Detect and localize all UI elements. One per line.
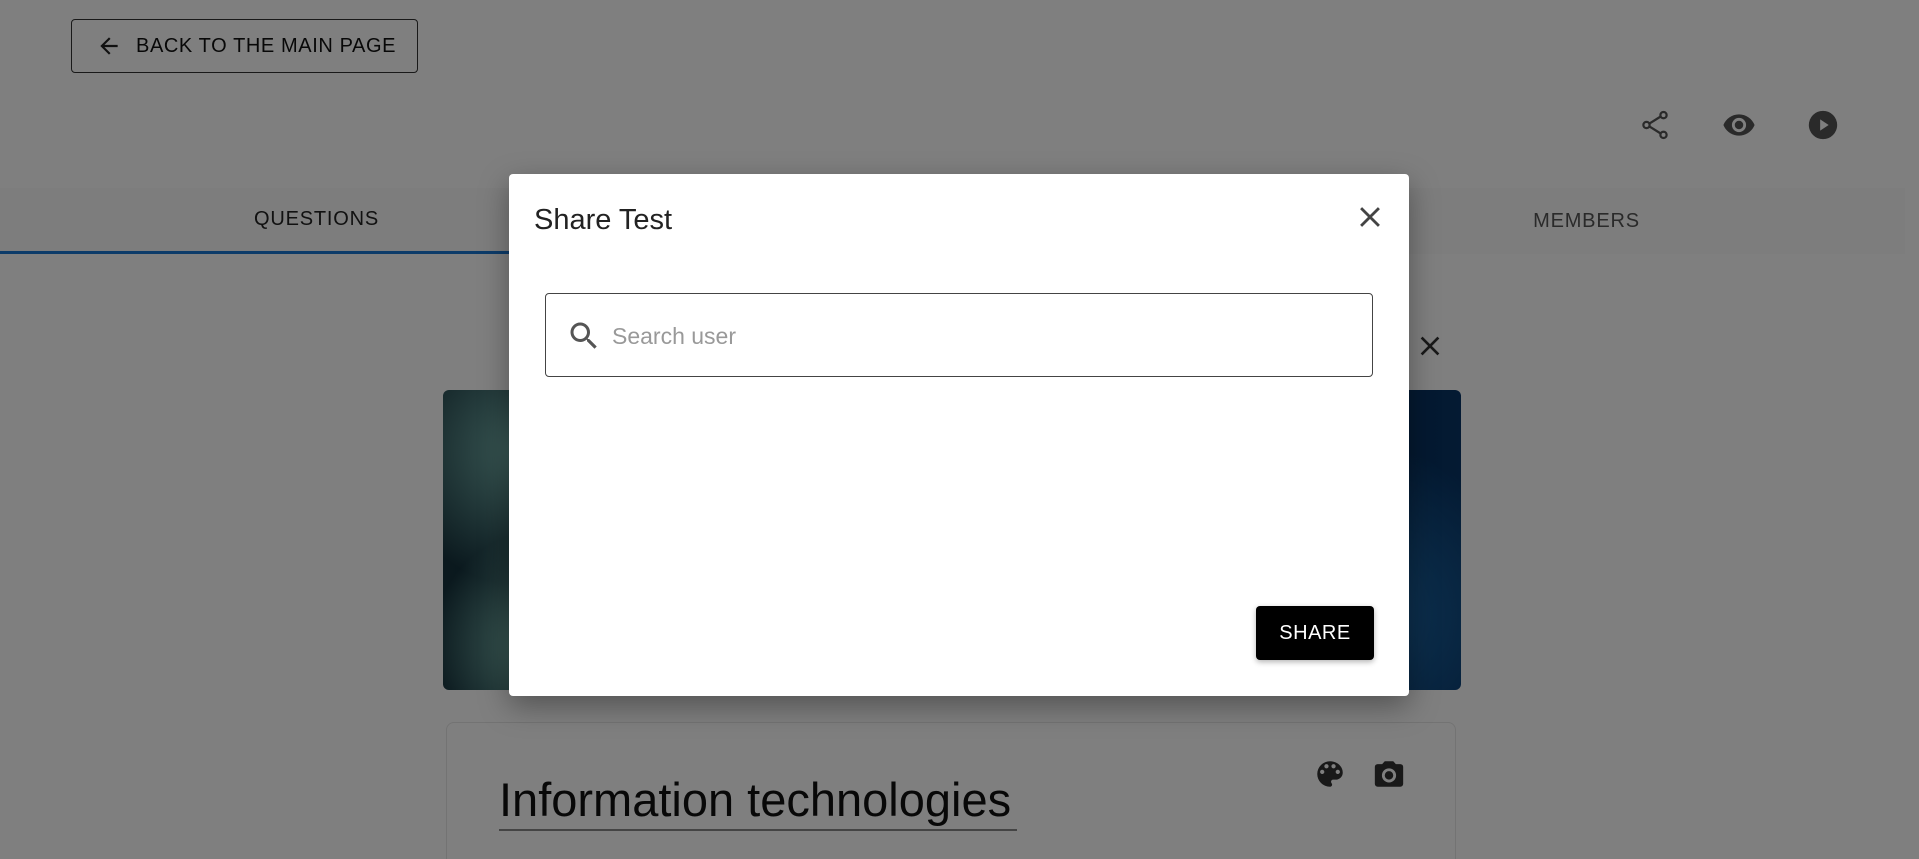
search-icon (570, 322, 597, 349)
search-field[interactable] (545, 293, 1373, 377)
search-user-input[interactable] (612, 314, 1352, 358)
share-button[interactable]: SHARE (1256, 606, 1374, 660)
dialog-title: Share Test (534, 204, 673, 236)
share-test-dialog: Share Test SHARE (509, 174, 1409, 696)
close-icon[interactable] (1353, 200, 1387, 234)
page: BACK TO THE MAIN PAGE QUESTIONS MEMBERS … (0, 0, 1919, 859)
